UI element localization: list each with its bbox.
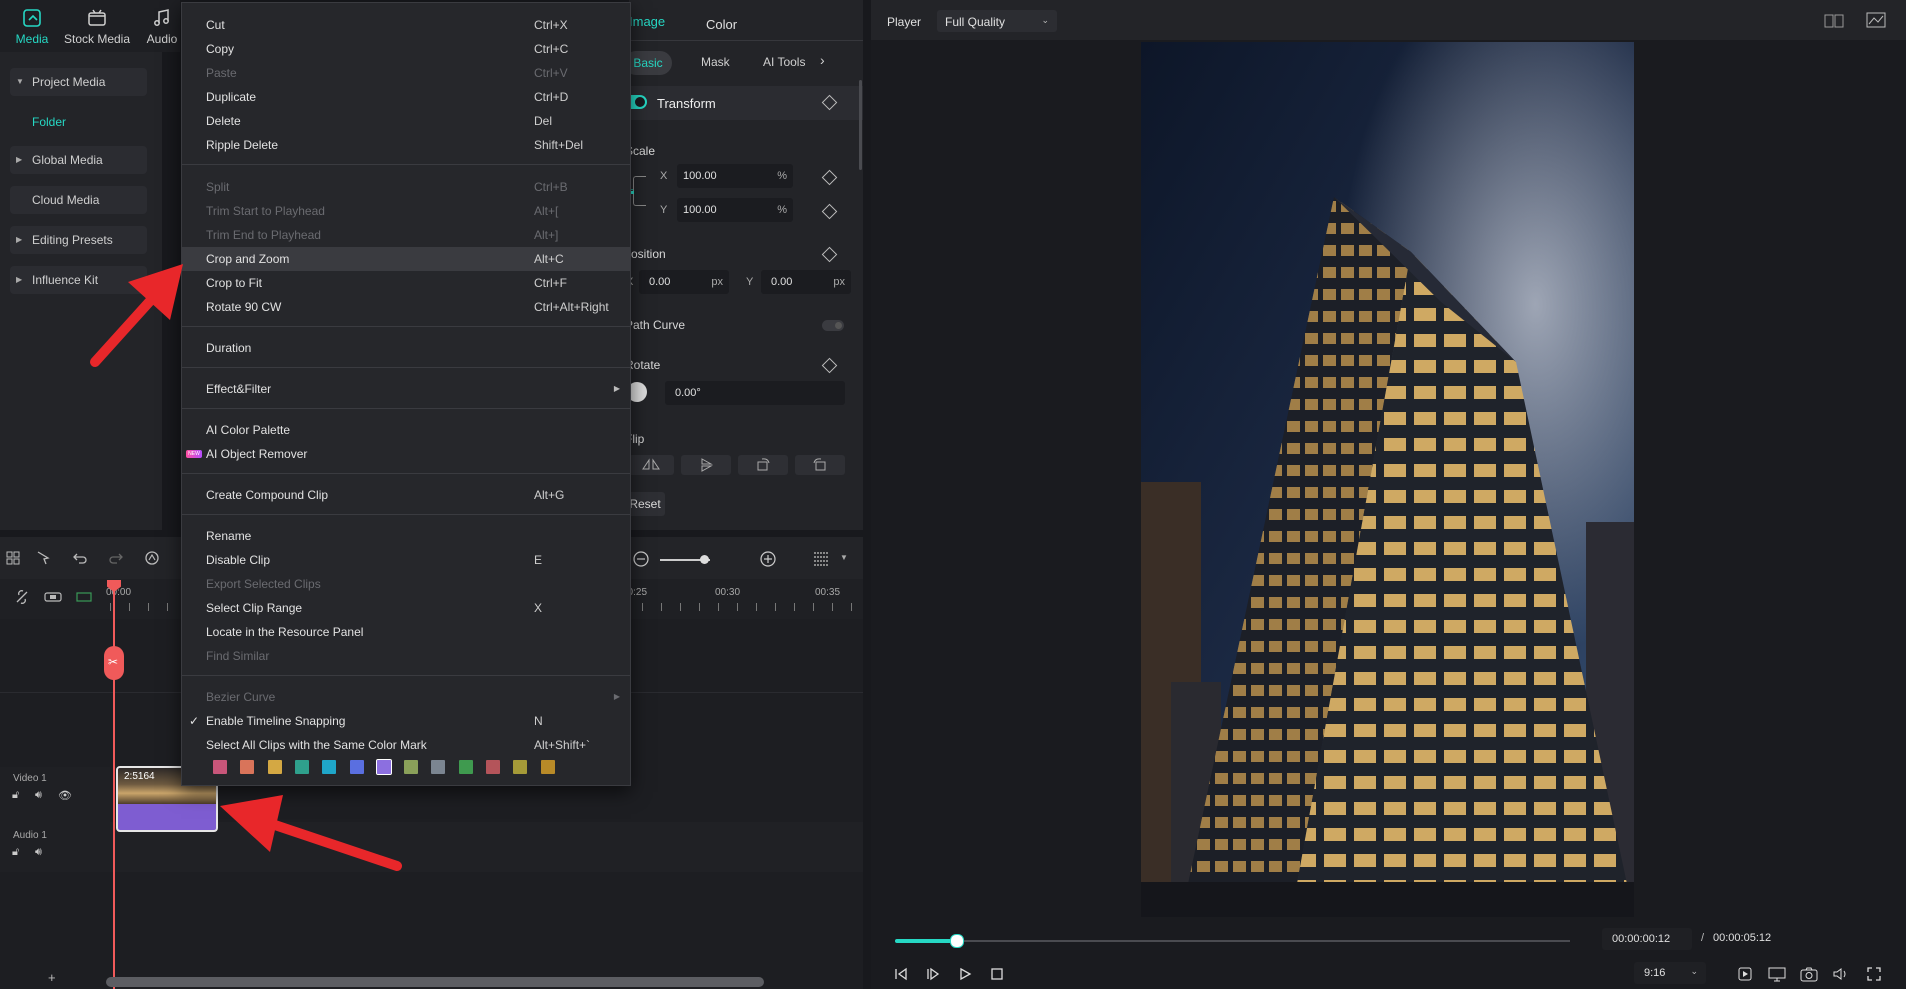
arrow-to-crop-and-zoom	[90, 264, 183, 367]
arrow-to-video-clip	[220, 795, 402, 871]
annotation-arrows	[90, 264, 402, 871]
